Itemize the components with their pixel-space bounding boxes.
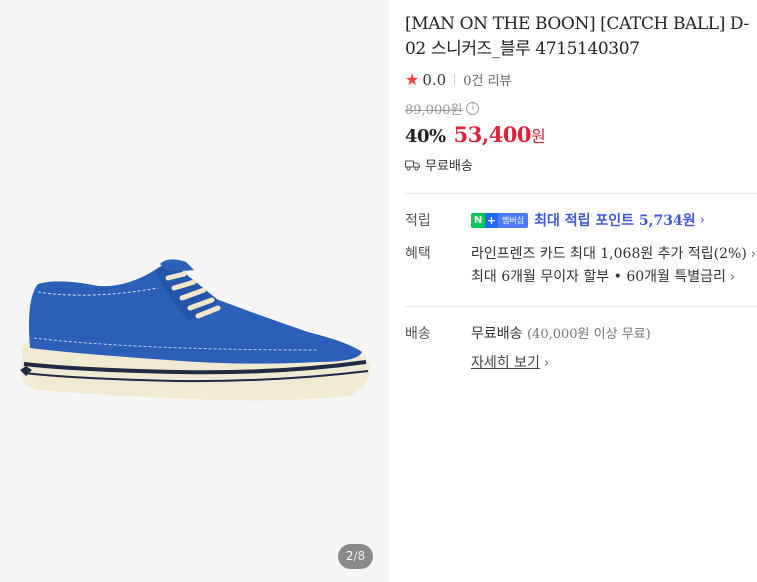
- chevron-right-icon: ›: [699, 212, 705, 228]
- image-page-counter: 2/8: [338, 544, 373, 569]
- points-content[interactable]: N + 멤버십 최대 적립 포인트 5,734원 ›: [471, 210, 757, 230]
- product-image: [20, 259, 371, 401]
- shipping-row: 배송 무료배송 (40,000원 이상 무료) 자세히 보기 ›: [405, 323, 757, 372]
- chevron-right-icon: ›: [543, 356, 550, 371]
- divider: [405, 193, 757, 194]
- card-benefit[interactable]: 라인프렌즈 카드 최대 1,068원 추가 적립(2%) ›: [471, 243, 757, 266]
- points-label: 적립: [405, 213, 431, 229]
- naver-plus-membership-badge: N + 멤버십: [471, 212, 529, 228]
- shipping-condition: (40,000원 이상 무료): [526, 327, 651, 342]
- benefits-content: 라인프렌즈 카드 최대 1,068원 추가 적립(2%) › 최대 6개월 무이자…: [471, 243, 757, 289]
- chevron-right-icon: ›: [729, 270, 736, 285]
- divider: [405, 306, 757, 307]
- benefits-label: 혜택: [405, 246, 431, 262]
- shipping-main: 무료배송: [471, 326, 523, 342]
- benefits-row: 혜택 라인프렌즈 카드 최대 1,068원 추가 적립(2%) › 최대 6개월 …: [405, 243, 757, 289]
- total-pages: 8: [357, 549, 366, 563]
- shipping-content: 무료배송 (40,000원 이상 무료) 자세히 보기 ›: [471, 323, 757, 372]
- installment-benefit[interactable]: 최대 6개월 무이자 할부 • 60개월 특별금리 ›: [471, 266, 757, 289]
- shipping-detail-link[interactable]: 자세히 보기: [471, 352, 540, 372]
- shipping-label: 배송: [405, 326, 431, 342]
- details-section: 적립 N + 멤버십 최대 적립 포인트 5,734원 › 혜택 라인프렌즈 카드 …: [405, 0, 757, 582]
- max-points-text: 최대 적립 포인트 5,734원: [534, 213, 696, 229]
- points-row: 적립 N + 멤버십 최대 적립 포인트 5,734원 ›: [405, 210, 757, 230]
- chevron-right-icon: ›: [750, 247, 756, 262]
- product-image-gallery[interactable]: 2/8: [0, 0, 389, 582]
